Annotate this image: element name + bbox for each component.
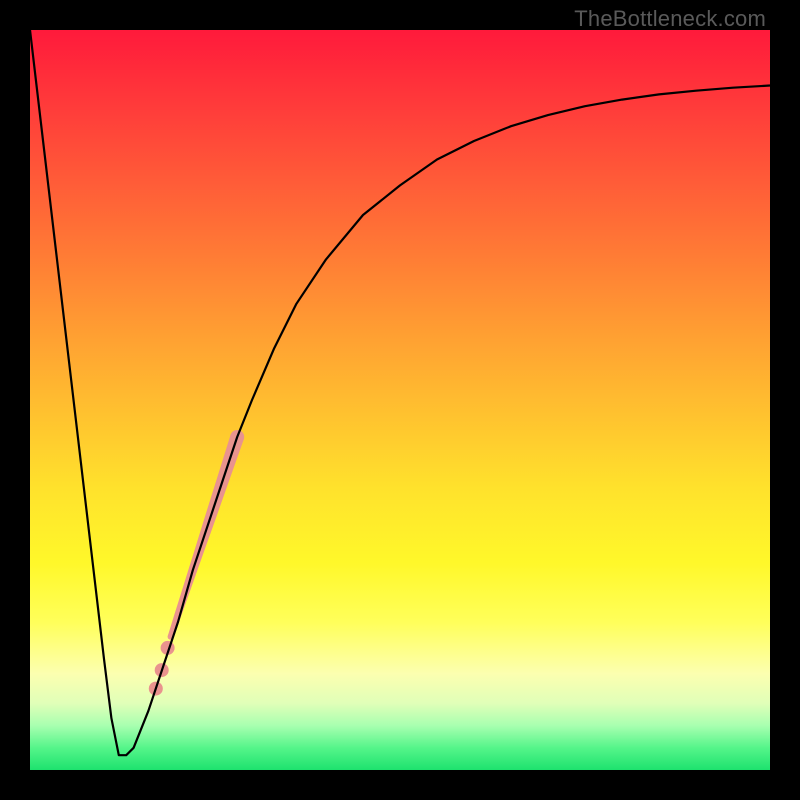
highlight-band bbox=[168, 430, 245, 640]
bottleneck-curve bbox=[30, 30, 770, 755]
chart-frame: TheBottleneck.com bbox=[0, 0, 800, 800]
watermark-text: TheBottleneck.com bbox=[574, 6, 766, 32]
plot-area bbox=[30, 30, 770, 770]
curve-layer bbox=[30, 30, 770, 770]
